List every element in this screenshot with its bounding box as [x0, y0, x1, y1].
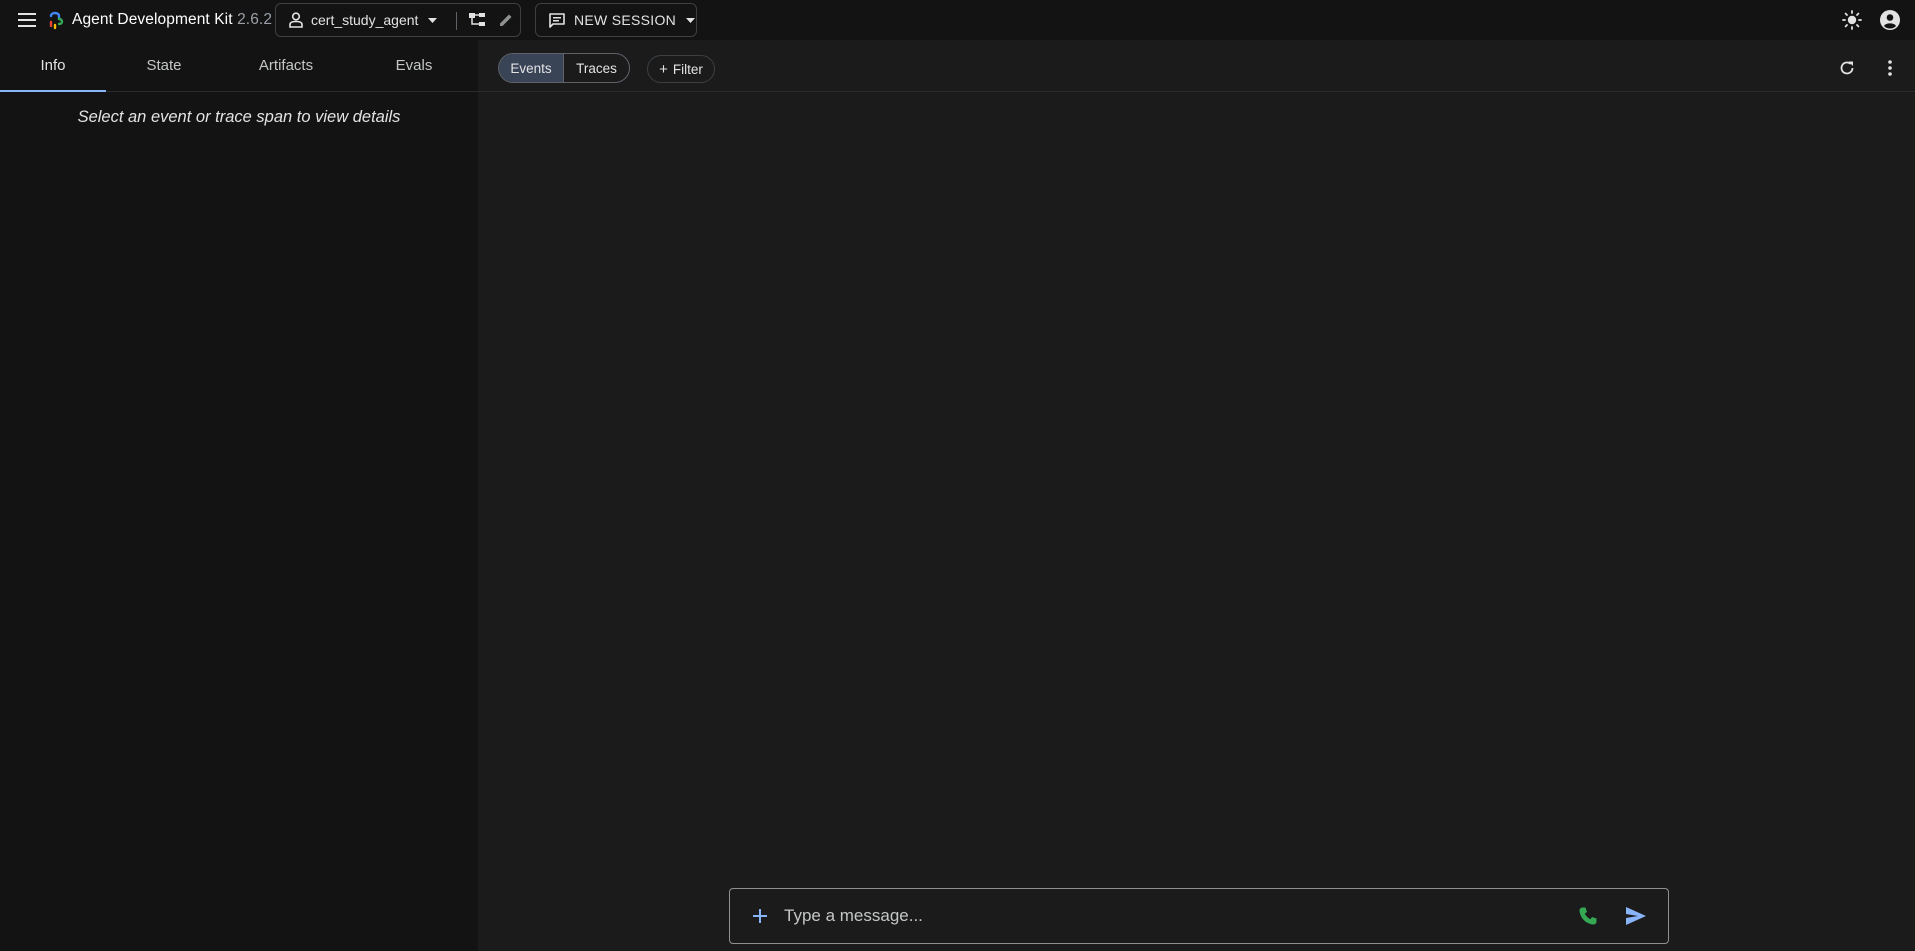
- menu-button[interactable]: [9, 2, 45, 38]
- add-attachment-button[interactable]: [742, 898, 778, 934]
- plus-icon: +: [659, 60, 668, 78]
- app-title: Agent Development Kit 2.6.2: [72, 11, 272, 29]
- refresh-button[interactable]: [1829, 50, 1865, 86]
- tab-artifacts[interactable]: Artifacts: [222, 40, 350, 91]
- send-icon: [1626, 907, 1646, 925]
- voice-call-button[interactable]: [1570, 898, 1606, 934]
- agent-graph-button[interactable]: [462, 5, 492, 35]
- more-vert-icon: [1888, 60, 1892, 76]
- send-button[interactable]: [1618, 898, 1654, 934]
- agent-name: cert_study_agent: [311, 12, 419, 28]
- empty-state-message: Select an event or trace span to view de…: [77, 108, 401, 126]
- chat-bubble-icon: [549, 12, 565, 28]
- filter-label: Filter: [672, 61, 703, 77]
- tab-label: Info: [40, 57, 66, 74]
- traces-toggle[interactable]: Traces: [564, 54, 629, 82]
- menu-icon: [18, 13, 36, 27]
- tab-evals[interactable]: Evals: [350, 40, 478, 91]
- agent-selector-group: cert_study_agent: [275, 3, 521, 37]
- main-panel: Events Traces + Filter: [478, 40, 1915, 951]
- adk-logo-icon: [49, 11, 64, 30]
- filter-button[interactable]: + Filter: [647, 55, 715, 83]
- app-name: Agent Development Kit: [72, 11, 233, 28]
- side-panel-tabs: Info State Artifacts Evals: [0, 40, 478, 92]
- new-session-button[interactable]: NEW SESSION: [535, 3, 697, 37]
- main-toolbar: Events Traces + Filter: [478, 40, 1915, 92]
- more-options-button[interactable]: [1872, 50, 1908, 86]
- pencil-icon: [500, 14, 512, 26]
- chevron-down-icon: [686, 17, 696, 23]
- plus-icon: [753, 909, 767, 923]
- session-label: NEW SESSION: [574, 12, 677, 28]
- graph-tree-icon: [469, 13, 485, 26]
- events-toggle[interactable]: Events: [499, 54, 564, 82]
- divider: [456, 12, 457, 30]
- message-composer: [729, 888, 1669, 944]
- tab-info[interactable]: Info: [0, 40, 106, 92]
- tab-label: State: [146, 57, 182, 74]
- agent-selector[interactable]: cert_study_agent: [276, 4, 438, 36]
- top-bar: Agent Development Kit 2.6.2 cert_study_a…: [0, 0, 1915, 40]
- refresh-icon: [1840, 61, 1854, 75]
- view-toggle: Events Traces: [498, 53, 630, 83]
- edit-agent-button[interactable]: [491, 5, 521, 35]
- account-button[interactable]: [1872, 2, 1908, 38]
- message-input[interactable]: [784, 901, 1564, 931]
- app-version: 2.6.2: [237, 11, 273, 28]
- tab-state[interactable]: State: [106, 40, 222, 91]
- account-circle-icon: [1880, 10, 1900, 30]
- tab-label: Evals: [395, 57, 433, 74]
- tab-label: Artifacts: [258, 57, 314, 74]
- chevron-down-icon: [428, 17, 438, 23]
- agent-icon: [289, 12, 303, 28]
- side-panel: Info State Artifacts Evals Select an eve…: [0, 40, 478, 951]
- theme-toggle-button[interactable]: [1834, 2, 1870, 38]
- phone-icon: [1579, 907, 1597, 925]
- sun-icon: [1842, 10, 1862, 30]
